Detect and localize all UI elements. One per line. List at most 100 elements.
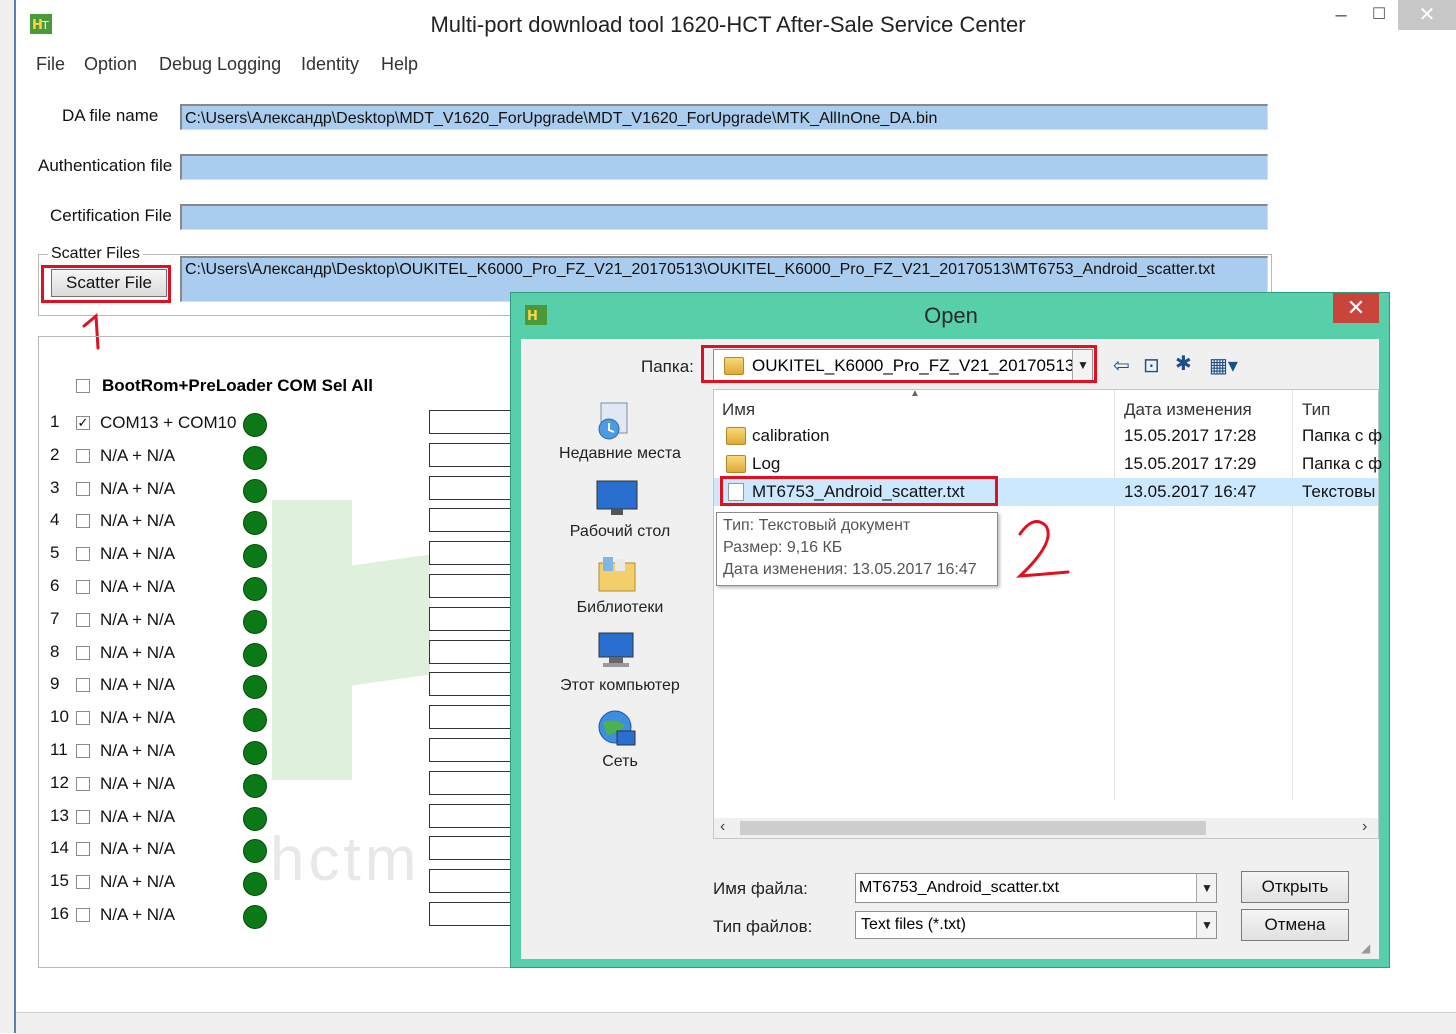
filename-label: Имя файла: <box>713 879 808 898</box>
port-checkbox[interactable] <box>76 908 90 922</box>
open-dialog: H Open ✕ Папка: OUKITEL_K6000_Pro_FZ_V21… <box>510 292 1390 968</box>
port-progress <box>429 902 519 926</box>
cert-file-field[interactable] <box>180 204 1268 230</box>
port-checkbox[interactable] <box>76 678 90 692</box>
places-bar: Недавние места Рабочий стол Библиотеки Э… <box>521 339 703 959</box>
port-number: 13 <box>50 806 69 825</box>
annotation-number-2 <box>1015 520 1070 578</box>
port-progress <box>429 738 519 762</box>
port-checkbox[interactable] <box>76 580 90 594</box>
open-button[interactable]: Открыть <box>1241 871 1349 903</box>
tooltip-size: Размер: 9,16 КБ <box>723 539 843 556</box>
new-folder-icon[interactable]: ✱ <box>1175 351 1192 376</box>
port-progress <box>429 574 519 598</box>
port-checkbox[interactable] <box>76 547 90 561</box>
file-row-calibration[interactable]: calibration 15.05.2017 17:28 Папка с ф <box>714 422 1382 450</box>
chevron-down-icon[interactable]: ▼ <box>1196 874 1216 902</box>
port-progress <box>429 869 519 893</box>
port-label: N/A + N/A <box>100 577 176 596</box>
port-checkbox[interactable] <box>76 646 90 660</box>
cert-file-label: Certification File <box>50 206 172 225</box>
annotation-box-folder <box>701 345 1097 383</box>
port-checkbox[interactable] <box>76 875 90 889</box>
auth-file-field[interactable] <box>180 154 1268 180</box>
port-row: 11 N/A + N/A <box>40 738 520 766</box>
select-all-checkbox[interactable] <box>76 379 90 393</box>
chevron-down-icon[interactable]: ▼ <box>1196 912 1216 938</box>
place-desktop[interactable]: Рабочий стол <box>529 523 711 541</box>
scroll-left-icon[interactable]: ‹ <box>720 818 725 836</box>
port-row: 14 N/A + N/A <box>40 836 520 864</box>
maximize-button[interactable]: ☐ <box>1364 0 1394 30</box>
annotation-box-2 <box>720 476 998 506</box>
window-title: Multi-port download tool 1620-HCT After-… <box>430 12 1026 37</box>
column-header-type[interactable]: Тип <box>1302 400 1330 420</box>
status-led <box>243 577 267 601</box>
menu-identity[interactable]: Identity <box>301 54 359 75</box>
close-window-button[interactable]: ✕ <box>1398 0 1456 30</box>
minimize-button[interactable]: – <box>1326 0 1356 30</box>
port-checkbox[interactable] <box>76 482 90 496</box>
horizontal-scrollbar[interactable]: ‹ › <box>714 818 1378 838</box>
status-led <box>243 413 267 437</box>
select-all-label: BootRom+PreLoader COM Sel All <box>102 376 373 395</box>
dialog-body: Папка: OUKITEL_K6000_Pro_FZ_V21_20170513… <box>521 339 1382 959</box>
port-number: 16 <box>50 904 69 923</box>
port-checkbox[interactable] <box>76 613 90 627</box>
port-checkbox[interactable]: ✓ <box>76 416 90 430</box>
port-number: 6 <box>50 576 60 595</box>
port-number: 7 <box>50 609 60 628</box>
port-row: 13 N/A + N/A <box>40 804 520 832</box>
port-number: 1 <box>50 412 60 431</box>
libraries-icon <box>598 557 636 592</box>
port-checkbox[interactable] <box>76 514 90 528</box>
port-label: N/A + N/A <box>100 643 176 662</box>
place-recent[interactable]: Недавние места <box>529 445 711 463</box>
port-checkbox[interactable] <box>76 810 90 824</box>
auth-file-label: Authentication file <box>38 156 173 175</box>
scrollbar-thumb[interactable] <box>740 821 1206 835</box>
da-file-field[interactable]: C:\Users\Александр\Desktop\MDT_V1620_For… <box>180 104 1268 130</box>
port-progress <box>429 508 519 532</box>
place-this-computer[interactable]: Этот компьютер <box>529 677 711 695</box>
port-row: 1 ✓ COM13 + COM10 <box>40 410 520 438</box>
menu-help[interactable]: Help <box>381 54 418 75</box>
da-file-label: DA file name <box>62 106 159 125</box>
file-list: Имя ▲ Дата изменения Тип calibration 15.… <box>713 388 1382 839</box>
port-number: 3 <box>50 478 60 497</box>
file-type: Папка с ф <box>1302 426 1383 445</box>
port-number: 8 <box>50 642 60 661</box>
place-network[interactable]: Сеть <box>529 753 711 771</box>
status-led <box>243 479 267 503</box>
resize-grip-icon[interactable]: ◢ <box>1361 941 1370 955</box>
port-checkbox[interactable] <box>76 711 90 725</box>
menu-option[interactable]: Option <box>84 54 137 75</box>
file-tooltip: Тип: Текстовый документ Размер: 9,16 КБ … <box>716 512 998 586</box>
filetype-select[interactable]: Text files (*.txt) ▼ <box>855 911 1217 939</box>
port-checkbox[interactable] <box>76 744 90 758</box>
menu-bar: File Option Debug Logging Identity Help <box>16 48 1456 78</box>
back-icon[interactable]: ⇦ <box>1113 353 1130 378</box>
port-row: 15 N/A + N/A <box>40 869 520 897</box>
port-checkbox[interactable] <box>76 777 90 791</box>
scroll-right-icon[interactable]: › <box>1362 818 1367 836</box>
column-header-date[interactable]: Дата изменения <box>1124 400 1252 420</box>
menu-debug-logging[interactable]: Debug Logging <box>159 54 281 75</box>
dialog-close-button[interactable]: ✕ <box>1333 293 1379 323</box>
cancel-button[interactable]: Отмена <box>1241 909 1349 941</box>
menu-file[interactable]: File <box>36 54 65 75</box>
column-header-name[interactable]: Имя <box>722 400 755 420</box>
port-checkbox[interactable] <box>76 842 90 856</box>
filename-input[interactable]: MT6753_Android_scatter.txt ▼ <box>855 873 1217 903</box>
status-led <box>243 839 267 863</box>
port-progress <box>429 640 519 664</box>
place-libraries[interactable]: Библиотеки <box>529 599 711 617</box>
view-menu-icon[interactable]: ▦▾ <box>1209 353 1238 378</box>
port-label: N/A + N/A <box>100 511 176 530</box>
port-checkbox[interactable] <box>76 449 90 463</box>
status-led <box>243 774 267 798</box>
file-row-log[interactable]: Log 15.05.2017 17:29 Папка с ф <box>714 450 1382 478</box>
up-folder-icon[interactable]: ⊡ <box>1143 353 1160 378</box>
status-led <box>243 708 267 732</box>
file-date: 13.05.2017 16:47 <box>1124 482 1257 501</box>
